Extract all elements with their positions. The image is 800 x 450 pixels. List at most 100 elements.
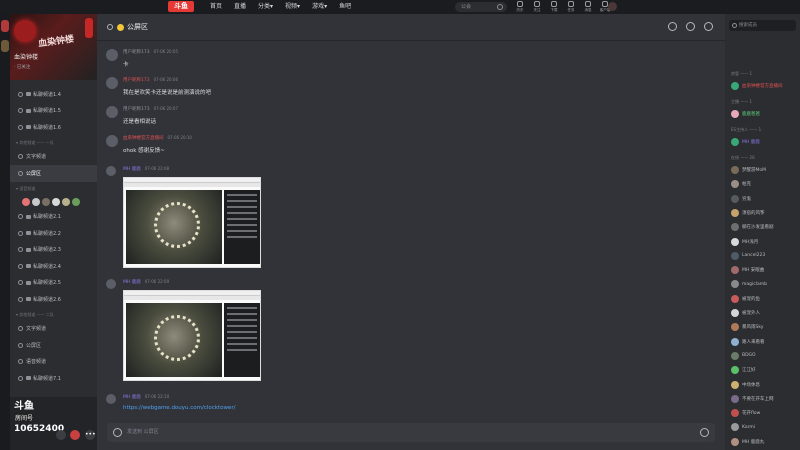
pin-icon[interactable]	[668, 22, 677, 31]
channel-item[interactable]: 文字频道	[10, 149, 97, 166]
avatar[interactable]	[106, 106, 118, 118]
member-item[interactable]: 帕克	[731, 180, 751, 189]
message-author[interactable]: MH 鹿鹿 07-06 22:09	[123, 279, 169, 285]
douyu-logo[interactable]: 斗鱼	[168, 1, 194, 12]
member-item[interactable]: MH 鹿鹿	[731, 138, 760, 146]
channel-item[interactable]: 私聊频道2.6	[10, 291, 97, 308]
image-attachment[interactable]	[123, 290, 261, 381]
member-item[interactable]: BDGO	[731, 351, 756, 360]
message-author[interactable]: MH 鹿鹿 07-06 22:08	[123, 166, 169, 172]
nav-yuba[interactable]: 鱼吧	[339, 1, 351, 13]
task-tool[interactable]: 任务	[565, 0, 577, 13]
channel-item-active[interactable]: 公屏区	[10, 165, 97, 182]
emoji-picker-icon[interactable]	[113, 428, 122, 437]
channel-item[interactable]: 私聊频道7.1	[10, 370, 97, 387]
channel-category[interactable]: ▾ 其他频道 —— 二队	[10, 308, 97, 321]
more-button[interactable]: •••	[85, 430, 96, 440]
channel-item[interactable]: 私聊频道2.5	[10, 275, 97, 292]
member-item[interactable]: 躺在沙发里看剧	[731, 223, 774, 232]
channel-category[interactable]: ▾ 其他频道 —— 一队	[10, 136, 97, 149]
member-item[interactable]: 不要在开车上网	[731, 394, 774, 403]
avatar	[731, 423, 739, 432]
send-icon[interactable]	[700, 428, 709, 437]
nav-video[interactable]: 视频▾	[285, 1, 300, 13]
channel-item[interactable]: 文字频道	[10, 321, 97, 338]
download-tool[interactable]: 下载	[548, 0, 560, 13]
member-item[interactable]: 鹿鹿爸爸	[731, 110, 760, 118]
nav-category[interactable]: 分类▾	[258, 1, 273, 13]
message-author[interactable]: 用户昵称173 07-06 20:07	[123, 106, 178, 112]
server-icon-active[interactable]	[1, 20, 9, 32]
member-item[interactable]: MH 鹿鹿丸	[731, 437, 764, 446]
member-item[interactable]: 被宠外人	[731, 309, 760, 317]
avatar[interactable]	[106, 166, 116, 176]
avatar[interactable]	[106, 394, 116, 404]
member-name: 江江好	[742, 368, 756, 374]
member-name: BDGO	[742, 353, 756, 359]
channel-icon	[26, 247, 31, 252]
channel-item[interactable]: 私聊频道2.2	[10, 225, 97, 242]
message-author[interactable]: 用户昵称173 07-06 20:06	[123, 77, 178, 83]
user-avatar[interactable]	[608, 2, 617, 11]
participant-avatar[interactable]	[22, 197, 30, 206]
avatar[interactable]	[106, 135, 118, 147]
hangup-button[interactable]	[70, 430, 80, 440]
member-item[interactable]: MH 安眠曲	[731, 266, 764, 275]
member-item[interactable]: 花开flow	[731, 409, 760, 418]
avatar	[731, 294, 739, 303]
member-item[interactable]: 须宿的风筝	[731, 208, 765, 217]
channel-item[interactable]: 私聊频道1.6	[10, 119, 97, 136]
member-item[interactable]: magiclamb	[731, 280, 767, 289]
member-item[interactable]: 暴风雨Sky	[731, 323, 763, 332]
message-author[interactable]: 用户昵称173 07-06 20:05	[123, 49, 178, 55]
avatar[interactable]	[106, 77, 118, 89]
member-item[interactable]: 江江好	[731, 366, 756, 375]
avatar[interactable]	[106, 279, 116, 289]
member-item[interactable]: 血染钟楼官方直播间	[731, 82, 783, 90]
channel-item[interactable]: 私聊频道2.4	[10, 258, 97, 275]
member-item[interactable]: MH浅月	[731, 237, 758, 246]
avatar[interactable]	[106, 49, 118, 61]
member-item[interactable]: 梦醒游MoM	[731, 166, 766, 174]
follow-tool[interactable]: 关注	[531, 0, 543, 13]
channel-item[interactable]: 语音频道	[10, 354, 97, 371]
participant-avatar[interactable]	[32, 197, 40, 206]
nav-games[interactable]: 游戏▾	[312, 1, 327, 13]
channel-category[interactable]: ▾ 语音频道	[10, 182, 97, 195]
mic-button[interactable]	[56, 430, 66, 440]
channel-item[interactable]: 私聊频道1.5	[10, 103, 97, 120]
top-search-input[interactable]: 公会	[455, 2, 507, 12]
server-icon[interactable]	[1, 40, 9, 52]
notification-icon[interactable]	[704, 22, 713, 31]
members-icon[interactable]	[686, 22, 695, 31]
channel-item[interactable]: 私聊频道2.1	[10, 209, 97, 226]
message-tool[interactable]: 消息	[582, 0, 594, 13]
nav-home[interactable]: 首页	[210, 1, 222, 13]
member-item[interactable]: 穷鬼	[731, 194, 751, 203]
participant-avatar[interactable]	[42, 197, 50, 206]
grimoire-ring	[154, 202, 200, 248]
channel-item[interactable]: 私聊频道2.3	[10, 242, 97, 259]
search-icon[interactable]	[497, 4, 503, 10]
member-item[interactable]: 路人来看看	[731, 337, 765, 346]
participant-avatar[interactable]	[72, 197, 80, 206]
message-author[interactable]: 血染钟楼官方直播间 07-06 20:10	[123, 135, 192, 141]
member-item[interactable]: 中场休息	[731, 380, 760, 389]
image-attachment[interactable]	[123, 177, 261, 268]
history-tool[interactable]: 历史	[514, 0, 526, 13]
member-item[interactable]: Karmi	[731, 423, 755, 432]
server-name[interactable]: 血染钟楼	[14, 52, 38, 61]
nav-live[interactable]: 直播	[234, 1, 246, 13]
member-item[interactable]: Lancel223	[731, 251, 765, 260]
channel-item[interactable]: 私聊频道1.4	[10, 86, 97, 103]
avatar	[731, 110, 739, 118]
participant-avatar[interactable]	[52, 197, 60, 206]
message-author[interactable]: MH 鹿鹿 07-06 22:10	[123, 394, 169, 400]
member-search-input[interactable]: 搜索成员	[729, 20, 796, 31]
member-item[interactable]: 被宠的鱼	[731, 294, 760, 303]
voice-icon	[18, 230, 23, 236]
message-composer[interactable]: 发送到 公屏区	[107, 423, 715, 442]
channel-item[interactable]: 公屏区	[10, 337, 97, 354]
participant-avatar[interactable]	[62, 197, 70, 206]
message-link[interactable]: https://webgame.douyu.com/clocktower/	[123, 405, 236, 411]
